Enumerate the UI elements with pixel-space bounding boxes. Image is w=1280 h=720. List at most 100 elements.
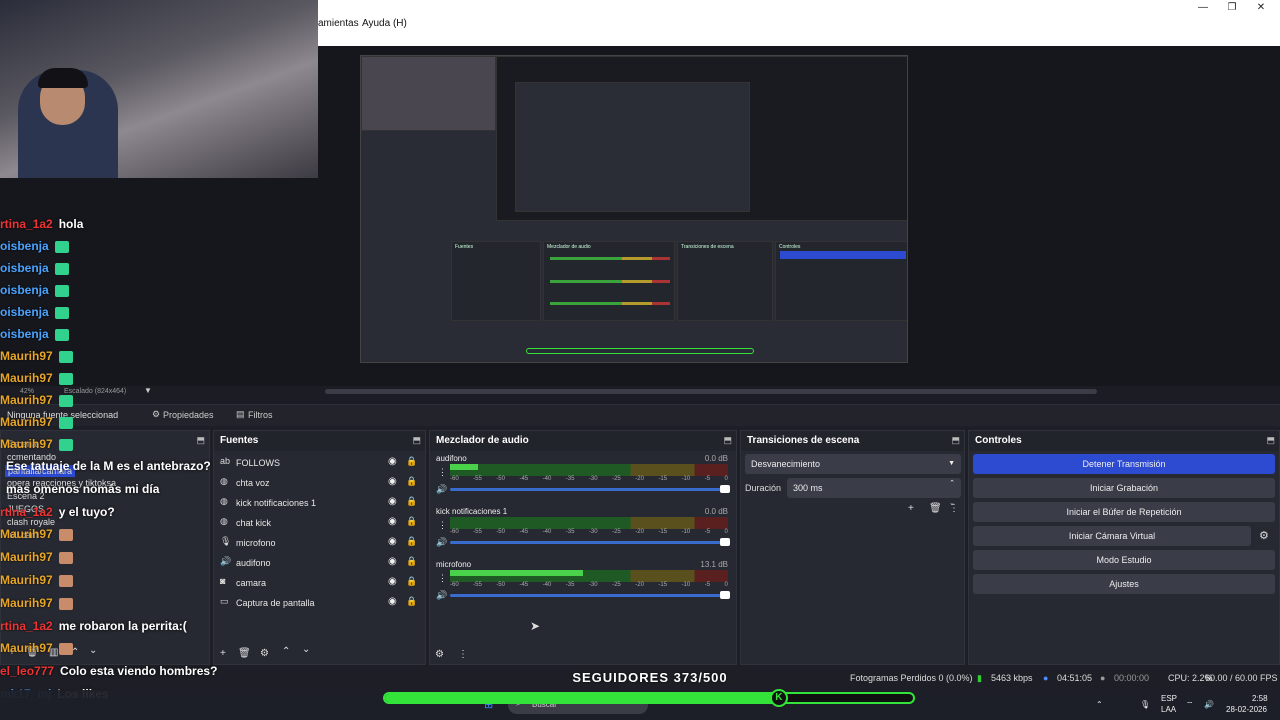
volume-slider[interactable] xyxy=(450,538,730,546)
source-item[interactable]: ab FOLLOWS ◉ 🔒 xyxy=(218,453,420,473)
source-item[interactable]: ◍ chat kick ◉ 🔒 xyxy=(218,513,420,533)
add-transition-icon[interactable]: + xyxy=(908,503,914,514)
dock-expand-icon[interactable]: ⬒ xyxy=(723,435,732,446)
mic-icon[interactable]: 🎙 xyxy=(1140,700,1150,709)
stop-stream-button[interactable]: Detener Transmisión xyxy=(973,454,1275,474)
dock-expand-icon[interactable]: ⬒ xyxy=(412,435,421,446)
mixer-settings-icon[interactable]: ⚙ xyxy=(435,649,444,660)
filters-button[interactable]: Filtros xyxy=(248,410,273,420)
menu-help[interactable]: Ayuda (H) xyxy=(362,18,407,29)
speaker-icon[interactable]: 🔊 xyxy=(436,537,447,548)
eye-icon[interactable]: ◉ xyxy=(388,496,397,507)
live-time: 04:51:05 xyxy=(1057,673,1093,683)
lock-icon[interactable]: 🔒 xyxy=(406,556,417,567)
chat-message: Maurih97 xyxy=(0,641,73,655)
source-item[interactable]: ◙ camara ◉ 🔒 xyxy=(218,573,420,593)
track-name: microfono xyxy=(436,560,472,569)
lock-icon[interactable]: 🔒 xyxy=(406,476,417,487)
add-source-icon[interactable]: + xyxy=(220,648,226,659)
eye-icon[interactable]: ◉ xyxy=(388,556,397,567)
speaker-icon[interactable]: 🔊 xyxy=(436,590,447,601)
meter-tick: -45 xyxy=(519,529,529,535)
slider-knob[interactable] xyxy=(720,538,730,546)
volume-slider[interactable] xyxy=(450,485,730,493)
gear-icon[interactable]: ⚙ xyxy=(152,409,160,420)
transitions-title: Transiciones de escena xyxy=(747,435,860,446)
lock-icon[interactable]: 🔒 xyxy=(406,536,417,547)
move-down-icon[interactable]: ⌄ xyxy=(89,645,97,656)
wifi-icon[interactable]: ⌔ xyxy=(1186,700,1194,710)
move-down-icon[interactable]: ⌄ xyxy=(302,644,310,655)
duration-input[interactable]: 300 ms ⌃ ⌄ xyxy=(787,478,961,507)
preview-canvas[interactable]: Fuentes Mezclador de audio Transiciones … xyxy=(360,55,908,363)
chat-username: Maurih97 xyxy=(0,349,53,363)
eye-icon[interactable]: ◉ xyxy=(388,536,397,547)
delete-transition-icon[interactable]: 🗑 xyxy=(929,503,942,514)
eye-icon[interactable]: ◉ xyxy=(388,576,397,587)
source-item[interactable]: 🎙 microfono ◉ 🔒 xyxy=(218,533,420,553)
source-item[interactable]: ▭ Captura de pantalla ◉ 🔒 xyxy=(218,593,420,613)
preview-scrollbar[interactable] xyxy=(325,389,1097,394)
slider-knob[interactable] xyxy=(720,591,730,599)
source-label: camara xyxy=(236,578,267,588)
meter-tick: 0 xyxy=(724,582,728,588)
speaker-icon[interactable]: 🔊 xyxy=(436,484,447,495)
settings-button[interactable]: Ajustes xyxy=(973,574,1275,594)
eye-icon[interactable]: ◉ xyxy=(388,456,397,467)
meter-tick: -60 xyxy=(450,476,459,482)
scaling-dropdown-icon[interactable]: ▼ xyxy=(144,386,152,395)
replay-buffer-button[interactable]: Iniciar el Búfer de Repetición xyxy=(973,502,1275,522)
source-item[interactable]: ◍ kick notificaciones 1 ◉ 🔒 xyxy=(218,493,420,513)
transition-select[interactable]: Desvanecimiento ▼ xyxy=(745,454,961,474)
duration-label: Duración xyxy=(745,483,782,493)
chat-username: oisbenja xyxy=(0,283,49,297)
source-item[interactable]: ◍ chta voz ◉ 🔒 xyxy=(218,473,420,493)
lock-icon[interactable]: 🔒 xyxy=(406,596,417,607)
slider-knob[interactable] xyxy=(720,485,730,493)
transition-menu-icon[interactable]: ⋮ xyxy=(949,503,959,514)
tray-chevron-icon[interactable]: ⌃ xyxy=(1096,700,1103,709)
meter-tick: -30 xyxy=(588,529,598,535)
mixer-track: audifono 0.0 dB ⋮ -60 -55 -50 -45 -40 -35 -30 -25-… xyxy=(434,453,732,505)
chat-message: Ese tatuaje de la M es el antebrazo? xyxy=(0,459,211,473)
virtual-camera-gear-icon[interactable]: ⚙ xyxy=(1259,529,1269,542)
close-icon[interactable]: ✕ xyxy=(1251,2,1271,13)
studio-mode-button[interactable]: Modo Estudio xyxy=(973,550,1275,570)
lock-icon[interactable]: 🔒 xyxy=(406,516,417,527)
volume-icon[interactable]: 🔊 xyxy=(1204,700,1214,709)
eye-icon[interactable]: ◉ xyxy=(388,596,397,607)
language-indicator[interactable]: ESP xyxy=(1161,694,1177,703)
volume-slider[interactable] xyxy=(450,591,730,599)
lock-icon[interactable]: 🔒 xyxy=(406,456,417,467)
source-item[interactable]: 🔊 audifono ◉ 🔒 xyxy=(218,553,420,573)
filters-icon[interactable]: ▤ xyxy=(236,409,245,420)
minimize-icon[interactable]: — xyxy=(1193,2,1213,13)
eye-icon[interactable]: ◉ xyxy=(388,516,397,527)
lock-icon[interactable]: 🔒 xyxy=(406,496,417,507)
track-menu-icon[interactable]: ⋮ xyxy=(438,520,447,531)
track-menu-icon[interactable]: ⋮ xyxy=(438,573,447,584)
followers-progress-fill xyxy=(385,694,779,702)
move-up-icon[interactable]: ⌃ xyxy=(282,646,290,657)
eye-icon[interactable]: ◉ xyxy=(388,476,397,487)
dock-expand-icon[interactable]: ⬒ xyxy=(951,435,960,446)
chat-username: rtina_1a2 xyxy=(0,504,53,519)
meter-tick: -30 xyxy=(588,582,598,588)
maximize-icon[interactable]: ❐ xyxy=(1222,2,1242,13)
start-recording-button[interactable]: Iniciar Grabación xyxy=(973,478,1275,498)
virtual-camera-button[interactable]: Iniciar Cámara Virtual xyxy=(973,526,1251,546)
dock-expand-icon[interactable]: ⬒ xyxy=(196,435,205,446)
chat-username: Maurih97 xyxy=(0,641,53,656)
lock-icon[interactable]: 🔒 xyxy=(406,576,417,587)
mixer-menu-icon[interactable]: ⋮ xyxy=(458,649,468,660)
clock-time[interactable]: 2:58 xyxy=(1252,694,1268,703)
source-toolbar: Ninguna fuente seleccionad ⚙ Propiedades… xyxy=(0,404,1280,426)
chat-emote-icon xyxy=(58,350,73,363)
track-menu-icon[interactable]: ⋮ xyxy=(438,467,447,478)
source-properties-icon[interactable]: ⚙ xyxy=(260,648,269,659)
properties-button[interactable]: Propiedades xyxy=(163,410,214,420)
meter-tick: -5 xyxy=(704,582,711,588)
dock-expand-icon[interactable]: ⬒ xyxy=(1266,435,1275,446)
delete-source-icon[interactable]: 🗑 xyxy=(238,648,251,659)
menu-tools[interactable]: amientas xyxy=(318,18,359,29)
